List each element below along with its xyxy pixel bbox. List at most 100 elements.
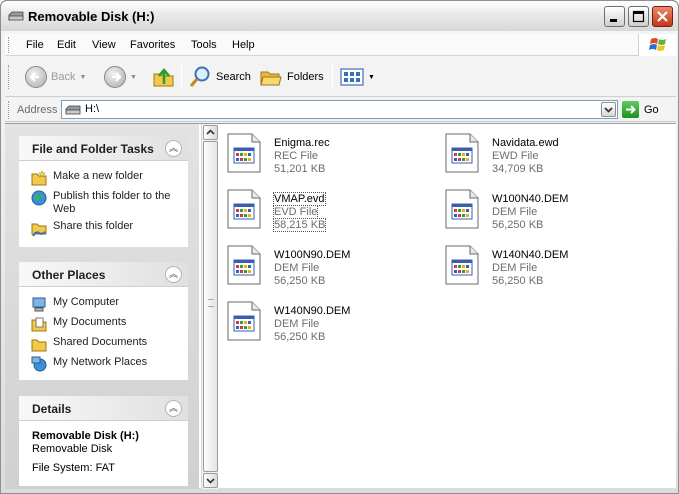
other-places-panel: Other Places ︽ My Computer My Documents … <box>19 262 188 380</box>
task-make-new-folder[interactable]: Make a new folder <box>31 170 173 187</box>
file-size: 56,250 KB <box>492 275 544 287</box>
chevron-down-icon <box>604 107 613 113</box>
file-size: 56,250 KB <box>492 219 544 231</box>
forward-dropdown-icon[interactable]: ▼ <box>130 74 137 81</box>
chevron-up-icon <box>206 129 215 135</box>
task-pane: File and Folder Tasks ︽ Make a new folde… <box>5 124 199 489</box>
views-button[interactable]: ▼ <box>340 63 375 91</box>
removable-drive-icon <box>65 105 81 115</box>
file-size: 34,709 KB <box>492 163 544 175</box>
back-dropdown-icon[interactable]: ▼ <box>79 74 86 81</box>
content-area: File and Folder Tasks ︽ Make a new folde… <box>5 123 676 489</box>
window-frame: Removable Disk (H:) File Edit View Favor… <box>0 0 679 494</box>
menu-grip[interactable] <box>8 37 11 53</box>
file-name: W140N90.DEM <box>274 305 351 317</box>
scroll-up-button[interactable] <box>203 125 218 140</box>
views-icon <box>340 68 364 86</box>
generic-file-icon <box>445 133 479 173</box>
file-type: DEM File <box>274 262 320 274</box>
place-my-documents[interactable]: My Documents <box>31 316 173 333</box>
generic-file-icon <box>227 245 261 285</box>
file-item[interactable]: Enigma.rec REC File 51,201 KB <box>227 130 427 180</box>
file-name: W100N90.DEM <box>274 249 351 261</box>
task-publish-folder[interactable]: Publish this folder to the Web <box>31 190 173 216</box>
file-folder-tasks-panel: File and Folder Tasks ︽ Make a new folde… <box>19 136 188 247</box>
generic-file-icon <box>445 189 479 229</box>
chevron-down-icon <box>206 478 215 484</box>
shared-documents-icon <box>31 339 47 352</box>
removable-drive-icon <box>8 11 24 21</box>
globe-icon <box>31 190 47 206</box>
back-button[interactable]: Back ▼ <box>25 63 86 91</box>
search-button[interactable]: Search <box>188 63 251 91</box>
details-type: Removable Disk <box>32 443 113 455</box>
generic-file-icon <box>227 189 261 229</box>
menu-edit[interactable]: Edit <box>57 39 76 51</box>
file-size: 56,250 KB <box>274 275 326 287</box>
new-folder-icon <box>31 170 47 186</box>
address-dropdown-button[interactable] <box>601 102 616 117</box>
my-documents-icon <box>31 317 47 332</box>
generic-file-icon <box>445 245 479 285</box>
place-shared-documents[interactable]: Shared Documents <box>31 336 173 353</box>
task-pane-scrollbar[interactable] <box>201 124 218 489</box>
task-share-folder[interactable]: Share this folder <box>31 220 173 237</box>
generic-file-icon <box>227 133 261 173</box>
menu-file[interactable]: File <box>26 39 44 51</box>
close-button[interactable] <box>652 6 673 27</box>
toolbar-grip[interactable] <box>8 65 11 89</box>
menu-view[interactable]: View <box>92 39 116 51</box>
views-dropdown-icon[interactable]: ▼ <box>368 74 375 81</box>
file-item[interactable]: W140N40.DEM DEM File 56,250 KB <box>445 242 645 292</box>
search-icon <box>189 66 210 88</box>
file-item[interactable]: Navidata.ewd EWD File 34,709 KB <box>445 130 645 180</box>
menu-favorites[interactable]: Favorites <box>130 39 175 51</box>
minimize-button[interactable] <box>604 6 625 27</box>
maximize-button[interactable] <box>628 6 649 27</box>
back-label: Back <box>51 71 76 83</box>
folders-icon <box>260 71 282 86</box>
file-name: W140N40.DEM <box>492 249 569 261</box>
go-button[interactable]: Go <box>622 101 659 118</box>
file-type: REC File <box>274 150 319 162</box>
place-my-computer[interactable]: My Computer <box>31 296 173 313</box>
panel-header[interactable]: File and Folder Tasks ︽ <box>19 136 188 161</box>
panel-header[interactable]: Details ︽ <box>19 396 188 421</box>
panel-title: Details <box>32 402 72 416</box>
up-button[interactable] <box>152 63 176 91</box>
minimize-icon <box>610 19 617 22</box>
scroll-thumb[interactable] <box>203 141 218 472</box>
forward-button[interactable]: ▼ <box>104 63 137 91</box>
windows-logo <box>638 34 676 56</box>
address-bar: Address H:\ Go <box>5 98 676 122</box>
go-label: Go <box>644 103 659 116</box>
address-field[interactable]: H:\ <box>61 100 618 119</box>
file-item[interactable]: VMAP.evd EVD File 58,215 KB <box>227 186 427 236</box>
file-item[interactable]: W100N90.DEM DEM File 56,250 KB <box>227 242 427 292</box>
generic-file-icon <box>227 301 261 341</box>
address-grip[interactable] <box>8 101 11 119</box>
folders-button[interactable]: Folders <box>259 63 324 91</box>
title-bar[interactable]: Removable Disk (H:) <box>1 1 678 31</box>
address-value: H:\ <box>85 103 100 115</box>
task-label: Shared Documents <box>53 336 148 348</box>
menu-bar: File Edit View Favorites Tools Help <box>5 34 676 56</box>
file-item[interactable]: W140N90.DEM DEM File 56,250 KB <box>227 298 427 348</box>
collapse-chevron-icon[interactable]: ︽ <box>165 266 182 283</box>
file-type: DEM File <box>492 262 538 274</box>
forward-arrow-icon <box>104 66 126 88</box>
file-item[interactable]: W100N40.DEM DEM File 56,250 KB <box>445 186 645 236</box>
panel-title: File and Folder Tasks <box>32 142 154 156</box>
panel-header[interactable]: Other Places ︽ <box>19 262 188 287</box>
search-label: Search <box>216 71 251 83</box>
scroll-down-button[interactable] <box>203 473 218 488</box>
place-my-network-places[interactable]: My Network Places <box>31 356 173 373</box>
file-size: 56,250 KB <box>274 331 326 343</box>
file-name: VMAP.evd <box>273 192 326 206</box>
collapse-chevron-icon[interactable]: ︽ <box>165 400 182 417</box>
menu-help[interactable]: Help <box>232 39 255 51</box>
menu-tools[interactable]: Tools <box>191 39 217 51</box>
collapse-chevron-icon[interactable]: ︽ <box>165 140 182 157</box>
file-type: EWD File <box>492 150 539 162</box>
my-computer-icon <box>32 297 46 312</box>
